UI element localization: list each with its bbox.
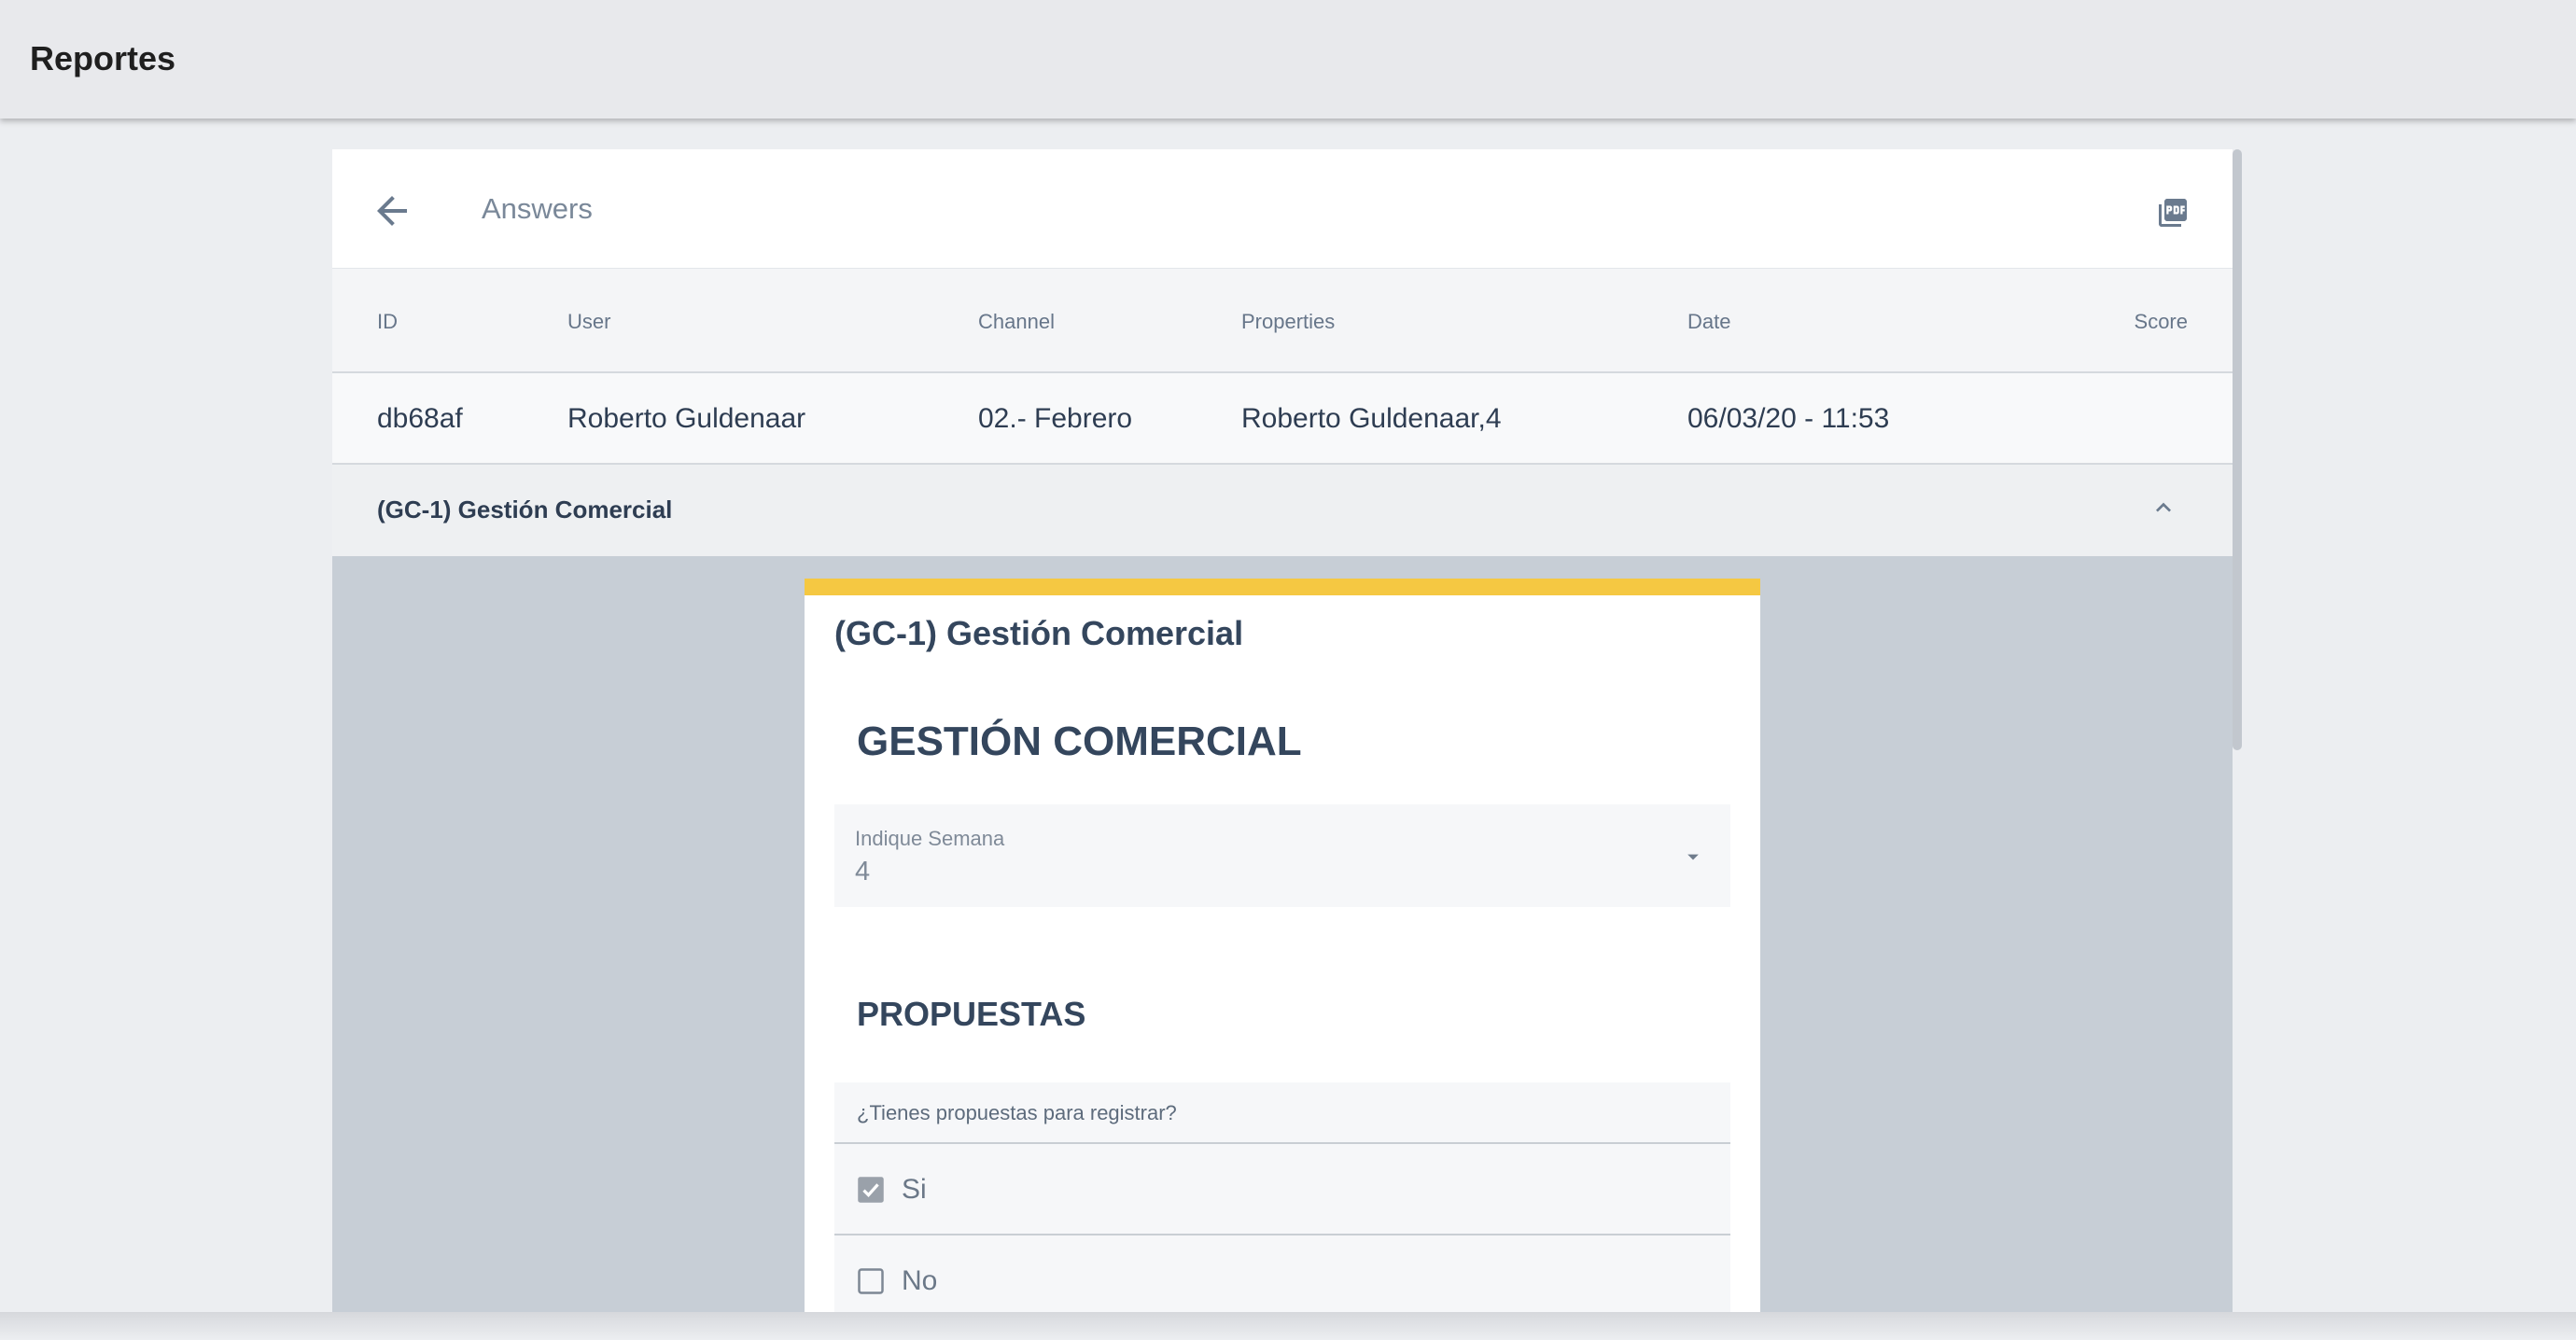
column-header-date: Date: [1687, 310, 1731, 333]
scrollbar-thumb[interactable]: [2233, 149, 2242, 750]
checkbox-unchecked-icon[interactable]: [857, 1267, 885, 1295]
column-header-score: Score: [2134, 310, 2188, 333]
option-no-label: No: [902, 1265, 938, 1296]
checkbox-checked-icon[interactable]: [857, 1176, 885, 1204]
cell-properties: Roberto Guldenaar,4: [1241, 403, 1502, 434]
question-text: ¿Tienes propuestas para registrar?: [857, 1101, 1177, 1124]
week-select[interactable]: Indique Semana 4: [834, 804, 1730, 907]
form-preview-area: (GC-1) Gestión Comercial GESTIÓN COMERCI…: [332, 556, 2233, 1312]
cell-channel: 02.- Febrero: [978, 403, 1133, 434]
column-header-user: User: [567, 310, 611, 333]
column-header-id: ID: [377, 310, 398, 333]
table-header: ID User Channel Properties Date Score: [332, 269, 2233, 373]
option-si-label: Si: [902, 1174, 927, 1205]
section-title-gestion: GESTIÓN COMERCIAL: [857, 719, 1302, 764]
table-row[interactable]: db68af Roberto Guldenaar 02.- Febrero Ro…: [332, 373, 2233, 465]
question-label: ¿Tienes propuestas para registrar?: [834, 1082, 1730, 1144]
form-card: (GC-1) Gestión Comercial GESTIÓN COMERCI…: [805, 579, 1760, 1312]
form-title: (GC-1) Gestión Comercial: [834, 614, 1244, 652]
section-toggle[interactable]: (GC-1) Gestión Comercial: [332, 465, 2233, 556]
panel-header: Answers: [332, 149, 2233, 269]
caret-down-icon: [1687, 854, 1699, 860]
chevron-up-icon: [2156, 502, 2171, 512]
cell-user: Roberto Guldenaar: [567, 403, 806, 434]
column-header-properties: Properties: [1241, 310, 1336, 333]
section-title-propuestas: PROPUESTAS: [857, 995, 1086, 1033]
answers-panel: Answers ID User Channel Properties Date …: [332, 149, 2233, 1312]
app-title: Reportes: [30, 39, 176, 77]
column-header-channel: Channel: [978, 310, 1055, 333]
cell-id: db68af: [377, 403, 463, 434]
section-label: (GC-1) Gestión Comercial: [377, 496, 673, 523]
week-select-label: Indique Semana: [855, 827, 1005, 850]
pdf-icon: [2159, 199, 2187, 227]
form-accent-stripe: [805, 579, 1760, 595]
export-pdf-button[interactable]: [2156, 196, 2190, 230]
bottom-shadow: [0, 1312, 2576, 1340]
week-select-value: 4: [855, 857, 871, 886]
arrow-left-icon: [377, 196, 407, 226]
app-bar: Reportes: [0, 0, 2576, 119]
back-button[interactable]: [370, 188, 414, 233]
cell-date: 06/03/20 - 11:53: [1687, 403, 1890, 434]
option-no[interactable]: No: [834, 1235, 1730, 1312]
panel-title: Answers: [482, 192, 593, 225]
option-si[interactable]: Si: [834, 1144, 1730, 1235]
